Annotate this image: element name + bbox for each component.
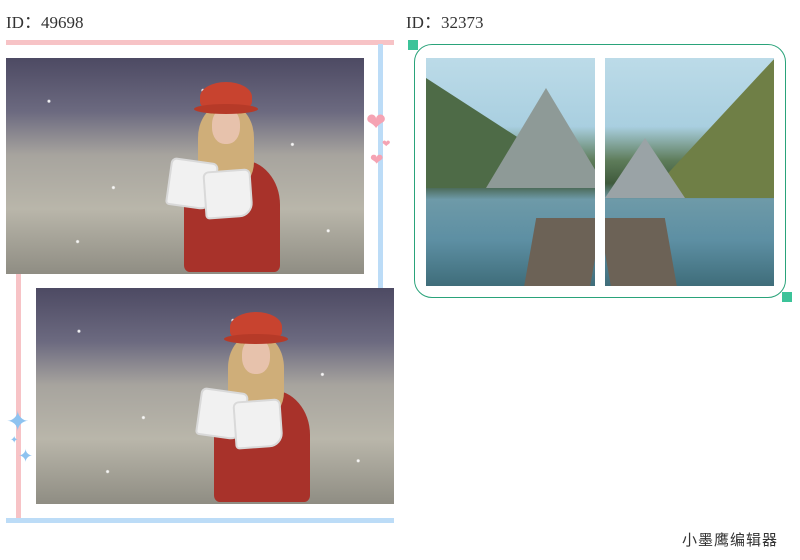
sparkle-star-icon: ✦ [6, 405, 30, 438]
template-card-49698[interactable]: ❤ ❤ ❤ ✦ ✦ ✦ [0, 36, 400, 528]
corner-square-bottom-right [782, 292, 792, 302]
template-card-32373[interactable] [404, 36, 800, 306]
watermark-text: 小墨鹰编辑器 [681, 531, 778, 549]
bottom-blue-bar [6, 518, 394, 523]
template-id-label: ID：49698 [6, 13, 84, 32]
heart-icon: ❤ [382, 139, 391, 150]
sparkle-star-icon: ✦ [18, 446, 34, 467]
top-pink-bar [6, 40, 394, 45]
sparkle-star-icon: ✦ [10, 435, 19, 446]
corner-square-top-left [408, 40, 418, 50]
girl-photo-bottom[interactable] [36, 288, 394, 504]
lake-photo-left[interactable] [426, 58, 595, 286]
lake-photo-right[interactable] [605, 58, 774, 286]
heart-icon: ❤ [366, 108, 387, 136]
girl-photo-top[interactable] [6, 58, 364, 274]
left-pink-bar [16, 274, 21, 520]
heart-icon: ❤ [370, 150, 384, 169]
template-id-label: ID：32373 [406, 13, 484, 32]
